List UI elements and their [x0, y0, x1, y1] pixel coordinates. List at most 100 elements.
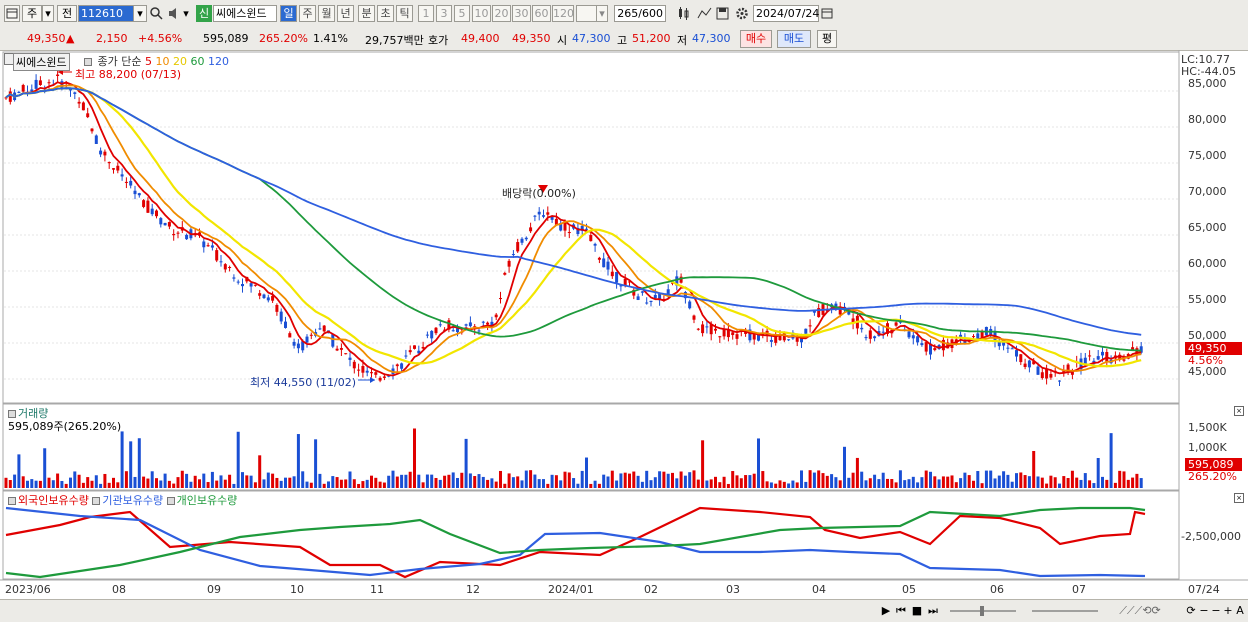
search-icon[interactable] — [148, 5, 164, 22]
stock-code-input[interactable]: 112610 — [78, 5, 134, 22]
candle-body — [73, 92, 77, 94]
institution-legend-box-icon — [92, 497, 101, 505]
drawing-tool-icon[interactable] — [696, 5, 712, 22]
volume-bar — [860, 471, 864, 488]
minute-10[interactable]: 10 — [472, 5, 491, 22]
candle-body — [894, 322, 898, 326]
candle-body — [907, 331, 911, 338]
zoom-out-icon[interactable]: − — [1198, 603, 1210, 618]
candle-body — [86, 113, 90, 118]
candle-body — [241, 284, 244, 287]
tab-period-second[interactable]: 초 — [377, 5, 394, 22]
zoom-in-icon[interactable]: + — [1222, 603, 1234, 618]
candle-body — [365, 370, 369, 373]
tab-period-minute[interactable]: 분 — [358, 5, 375, 22]
chart-type-icon[interactable] — [4, 5, 20, 22]
avg-button[interactable]: 평 — [817, 30, 837, 48]
volume-bar — [825, 475, 829, 488]
volume-bar — [834, 477, 838, 488]
candle-body — [395, 364, 399, 367]
chevron-down-icon[interactable]: ▾ — [42, 5, 54, 22]
tab-period-week[interactable]: 주 — [299, 5, 316, 22]
auto-scale-icon[interactable]: A — [1234, 603, 1246, 618]
candle-body — [318, 328, 322, 330]
price-tick: 60,000 — [1188, 257, 1227, 270]
prev-jeon-select[interactable]: 전 — [57, 5, 77, 22]
candle-body — [640, 291, 644, 293]
candle-body — [77, 101, 81, 104]
speaker-dropdown-icon[interactable]: ▾ — [180, 5, 192, 22]
minute-30[interactable]: 30 — [512, 5, 531, 22]
zoom-out-small-icon[interactable]: − — [1210, 603, 1222, 618]
candle-body — [21, 85, 25, 92]
minute-60[interactable]: 60 — [532, 5, 551, 22]
sell-button[interactable]: 매도 — [777, 30, 811, 48]
candle-body — [228, 267, 232, 269]
volume-bar — [937, 479, 941, 488]
calendar-icon[interactable] — [819, 5, 833, 22]
volume-bar — [929, 471, 932, 488]
tab-period-tick[interactable]: 틱 — [396, 5, 413, 22]
minute-5[interactable]: 5 — [454, 5, 470, 22]
volume-bar — [619, 473, 623, 488]
volume-bar — [653, 477, 657, 488]
volume-bar — [318, 473, 322, 488]
candle-settings-icon[interactable] — [676, 5, 692, 22]
interval-dropdown-icon[interactable]: ▾ — [596, 5, 608, 22]
minute-3[interactable]: 3 — [436, 5, 452, 22]
volume-bar — [1092, 483, 1096, 488]
volume-bar — [1006, 474, 1010, 488]
volume-bar — [585, 457, 588, 488]
minute-120[interactable]: 120 — [552, 5, 574, 22]
tab-period-month[interactable]: 월 — [318, 5, 335, 22]
volume-bar — [898, 470, 902, 488]
volume-bar — [800, 470, 803, 488]
save-icon[interactable] — [714, 5, 730, 22]
zoom-slider[interactable] — [948, 603, 1018, 618]
volume-bar — [202, 473, 206, 488]
candle-body — [296, 343, 300, 349]
candle-body — [1006, 347, 1010, 349]
gear-icon[interactable] — [733, 5, 749, 22]
chart-canvas[interactable] — [0, 50, 1248, 599]
volume-bar — [1096, 457, 1100, 488]
stop-icon[interactable]: ■ — [910, 603, 924, 618]
stock-tag[interactable]: 씨에스윈드 — [13, 53, 70, 71]
scroll-right-icon[interactable]: ▶ — [880, 603, 892, 618]
tab-period-day[interactable]: 일 — [280, 5, 297, 22]
data-count-field[interactable]: 265/600 — [614, 5, 666, 22]
date-input[interactable]: 2024/07/24 — [753, 5, 819, 22]
volume-bar — [1101, 476, 1104, 488]
candle-body — [309, 334, 313, 336]
volume-bar — [808, 470, 812, 488]
tool-icons[interactable]: ⟋⟋⟋⟲⟳ — [1110, 603, 1170, 618]
minute-1[interactable]: 1 — [418, 5, 434, 22]
code-dropdown-icon[interactable]: ▾ — [133, 5, 147, 22]
candle-body — [511, 254, 515, 256]
holdings-legend[interactable]: 외국인보유수량 기관보유수량 개인보유수량 — [8, 492, 237, 508]
buy-button[interactable]: 매수 — [740, 30, 772, 48]
volume-bar — [232, 483, 236, 488]
volume-bar — [245, 475, 249, 488]
candle-body — [129, 180, 133, 186]
refresh-icon[interactable]: ⟳ — [1184, 603, 1198, 618]
volume-bar — [1049, 475, 1053, 488]
holdings-close-icon[interactable]: × — [1234, 493, 1244, 503]
volume-bar — [748, 475, 752, 488]
tab-period-year[interactable]: 년 — [337, 5, 354, 22]
volume-bar — [821, 473, 825, 488]
price-tick: 75,000 — [1188, 149, 1227, 162]
volume-ratio: 265.20% — [259, 32, 308, 45]
scroll-end-icon[interactable]: ⏭ — [926, 603, 940, 618]
minute-20[interactable]: 20 — [492, 5, 511, 22]
range-slider[interactable] — [1030, 603, 1100, 618]
stock-name-field[interactable]: 씨에스윈드 — [213, 5, 277, 22]
bid-price: 49,350 — [512, 32, 551, 45]
candle-body — [916, 336, 920, 343]
volume-bar — [155, 478, 158, 488]
volume-close-icon[interactable]: × — [1234, 406, 1244, 416]
candle-body — [275, 304, 279, 312]
period-type-select[interactable]: 주 — [22, 5, 42, 22]
scroll-start-icon[interactable]: ⏮ — [894, 603, 908, 618]
speaker-icon[interactable] — [166, 5, 180, 22]
